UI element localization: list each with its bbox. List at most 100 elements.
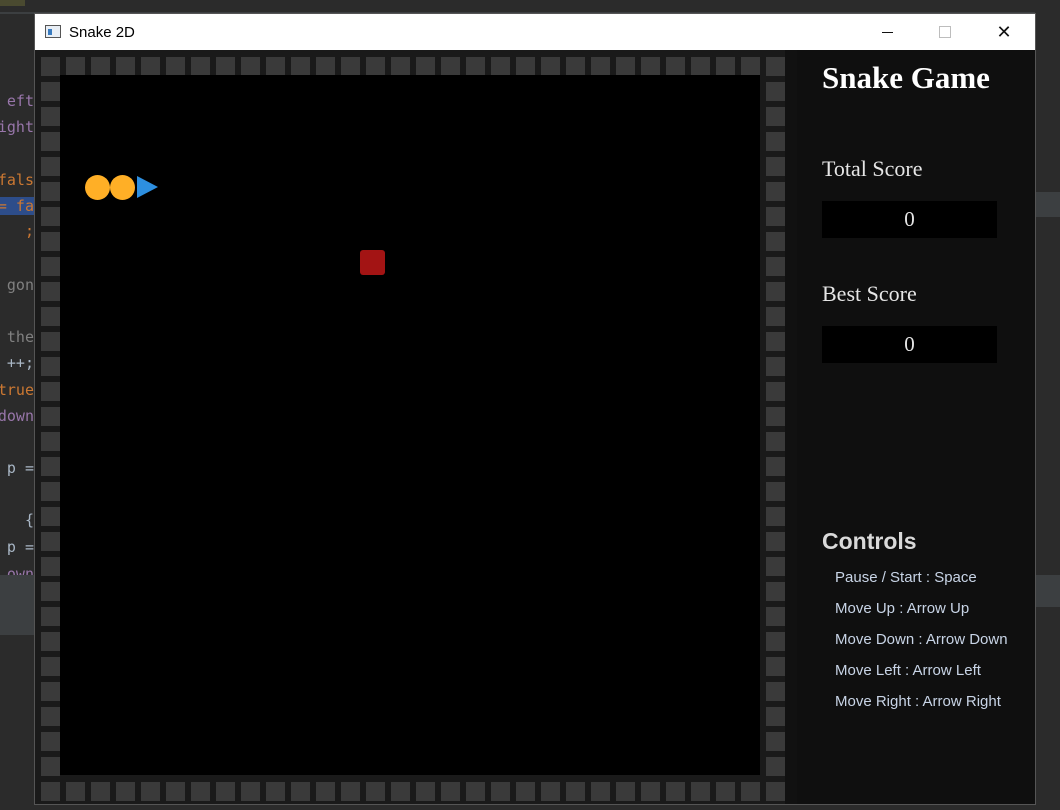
wall-block [766, 782, 785, 801]
wall-block [341, 782, 360, 801]
wall-block [41, 682, 60, 701]
wall-block [41, 107, 60, 126]
wall-block [716, 782, 735, 801]
close-icon: ✕ [996, 21, 1012, 42]
wall-block [591, 57, 610, 76]
wall-block [66, 782, 85, 801]
game-board[interactable] [35, 50, 785, 804]
wall-block [66, 57, 85, 76]
control-pause-start: Pause / Start : Space [835, 569, 977, 586]
wall-block [41, 582, 60, 601]
wall-block [41, 457, 60, 476]
editor-code-line: p = [6, 538, 34, 556]
editor-code-line: true [0, 381, 34, 399]
wall-block [541, 57, 560, 76]
wall-block [191, 57, 210, 76]
wall-block [41, 257, 60, 276]
wall-block [241, 57, 260, 76]
editor-code-line: p = [6, 459, 34, 477]
wall-block [391, 782, 410, 801]
wall-block [166, 57, 185, 76]
game-title: Snake Game [822, 60, 990, 95]
editor-code-line: ; [24, 222, 34, 240]
wall-block [291, 57, 310, 76]
wall-block [41, 82, 60, 101]
wall-block [491, 782, 510, 801]
wall-block [591, 782, 610, 801]
wall-block [266, 57, 285, 76]
wall-block [341, 57, 360, 76]
app-window-icon [45, 25, 61, 38]
wall-block [91, 782, 110, 801]
wall-block [41, 307, 60, 326]
wall-block [766, 257, 785, 276]
wall-block [616, 57, 635, 76]
best-score-value: 0 [822, 326, 997, 363]
background-window-edge [1035, 0, 1060, 810]
wall-block [41, 282, 60, 301]
wall-block [41, 57, 60, 76]
minimize-button[interactable] [858, 14, 916, 50]
editor-status-bar [0, 575, 36, 635]
wall-block [366, 57, 385, 76]
best-score-label: Best Score [822, 281, 917, 306]
wall-block [41, 232, 60, 251]
wall-block [41, 607, 60, 626]
wall-block [491, 57, 510, 76]
close-button[interactable]: ✕ [975, 14, 1033, 50]
editor-code-line: = fa [0, 197, 34, 215]
wall-block [766, 232, 785, 251]
wall-block [316, 57, 335, 76]
wall-block [266, 782, 285, 801]
maximize-icon [939, 26, 951, 38]
editor-code-line: fals [0, 171, 34, 189]
wall-block [766, 382, 785, 401]
wall-block [716, 57, 735, 76]
wall-block [216, 782, 235, 801]
wall-block [541, 782, 560, 801]
wall-block [766, 432, 785, 451]
background-panel-strip [1035, 192, 1060, 217]
wall-block [516, 57, 535, 76]
control-move-left: Move Left : Arrow Left [835, 662, 981, 679]
wall-block [41, 432, 60, 451]
wall-block [766, 557, 785, 576]
wall-block [766, 532, 785, 551]
background-panel-strip [1035, 575, 1060, 607]
total-score-value: 0 [822, 201, 997, 238]
editor-code-line: gon [6, 276, 34, 294]
wall-block [766, 157, 785, 176]
wall-block [41, 357, 60, 376]
wall-block [516, 782, 535, 801]
control-move-up: Move Up : Arrow Up [835, 600, 970, 617]
wall-block [766, 632, 785, 651]
wall-block [141, 57, 160, 76]
wall-block [41, 207, 60, 226]
wall-block [766, 682, 785, 701]
title-bar[interactable]: Snake 2D ✕ [35, 14, 1035, 50]
maximize-button[interactable] [916, 14, 974, 50]
wall-block [566, 782, 585, 801]
wall-block [766, 182, 785, 201]
wall-block [41, 557, 60, 576]
controls-heading: Controls [822, 528, 917, 554]
wall-block [766, 657, 785, 676]
wall-block [641, 57, 660, 76]
wall-block [41, 732, 60, 751]
wall-block [141, 782, 160, 801]
wall-block [216, 57, 235, 76]
wall-block [566, 57, 585, 76]
wall-block [316, 782, 335, 801]
food-item [360, 250, 385, 275]
wall-block [41, 182, 60, 201]
editor-code-line: ight [0, 118, 34, 136]
wall-block [766, 607, 785, 626]
wall-block [741, 782, 760, 801]
wall-block [766, 357, 785, 376]
wall-block [691, 782, 710, 801]
editor-tab-indicator [0, 0, 25, 6]
wall-block [766, 307, 785, 326]
wall-block [41, 407, 60, 426]
snake-body-segment [110, 175, 135, 200]
wall-block [41, 507, 60, 526]
